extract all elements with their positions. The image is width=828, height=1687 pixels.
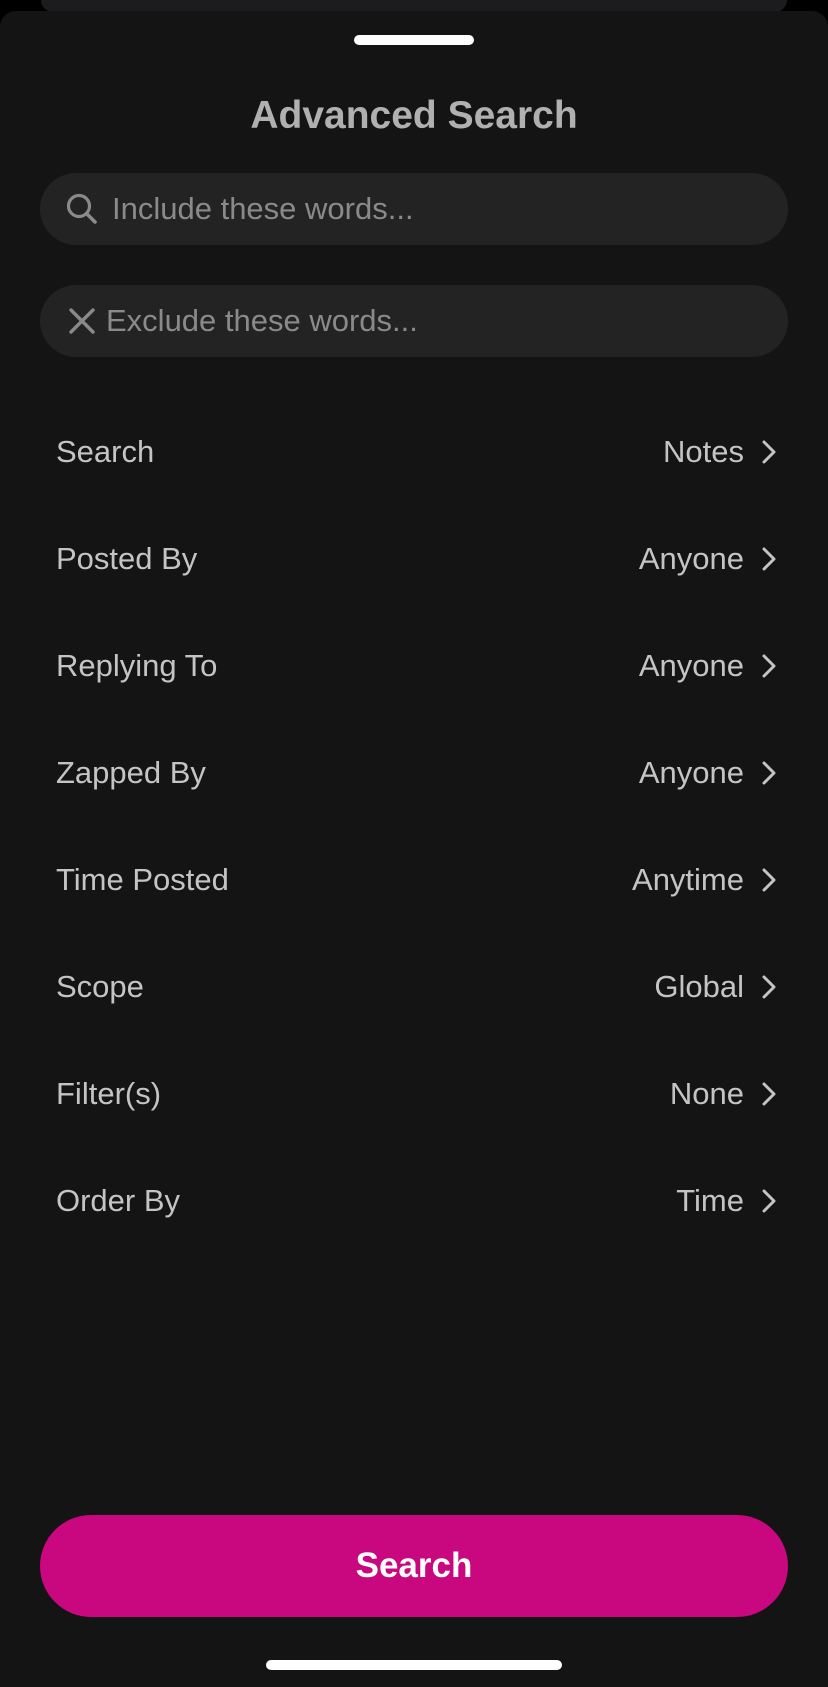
chevron-right-icon [758,1186,780,1216]
option-value: Anyone [638,647,744,683]
option-label: Zapped By [56,754,206,790]
exclude-words-input[interactable] [106,303,788,339]
chevron-right-icon [758,437,780,467]
include-words-input[interactable] [112,191,788,227]
exclude-words-field[interactable] [40,285,788,357]
chevron-right-icon [758,865,780,895]
sheet-title: Advanced Search [250,94,578,137]
chevron-right-icon [758,1079,780,1109]
option-row-search[interactable]: Search Notes [0,398,828,505]
option-value: Global [654,968,744,1004]
option-row-zapped-by[interactable]: Zapped By Anyone [0,719,828,826]
option-row-time-posted[interactable]: Time Posted Anytime [0,826,828,933]
sheet-grabber[interactable] [354,35,474,45]
advanced-search-sheet: Advanced Search Search Notes Pos [0,11,828,1687]
include-words-field[interactable] [40,173,788,245]
option-row-replying-to[interactable]: Replying To Anyone [0,612,828,719]
option-row-scope[interactable]: Scope Global [0,933,828,1040]
chevron-right-icon [758,544,780,574]
chevron-right-icon [758,972,780,1002]
option-value: Notes [663,433,744,469]
option-label: Time Posted [56,861,229,897]
option-label: Filter(s) [56,1075,162,1111]
search-icon [62,189,102,229]
option-label: Search [56,433,155,469]
option-value: Anyone [638,754,744,790]
option-label: Replying To [56,647,218,683]
option-value: Anyone [638,540,744,576]
close-icon [62,301,102,341]
option-row-posted-by[interactable]: Posted By Anyone [0,505,828,612]
option-row-order-by[interactable]: Order By Time [0,1147,828,1254]
option-label: Posted By [56,540,198,576]
chevron-right-icon [758,651,780,681]
option-label: Scope [56,968,144,1004]
option-label: Order By [56,1182,181,1218]
search-options-list: Search Notes Posted By Anyone Replying T… [0,398,828,1254]
option-row-filters[interactable]: Filter(s) None [0,1040,828,1147]
search-button[interactable]: Search [40,1515,788,1617]
home-indicator [266,1660,562,1670]
option-value: Anytime [632,861,744,897]
option-value: None [669,1075,744,1111]
option-value: Time [676,1182,744,1218]
chevron-right-icon [758,758,780,788]
